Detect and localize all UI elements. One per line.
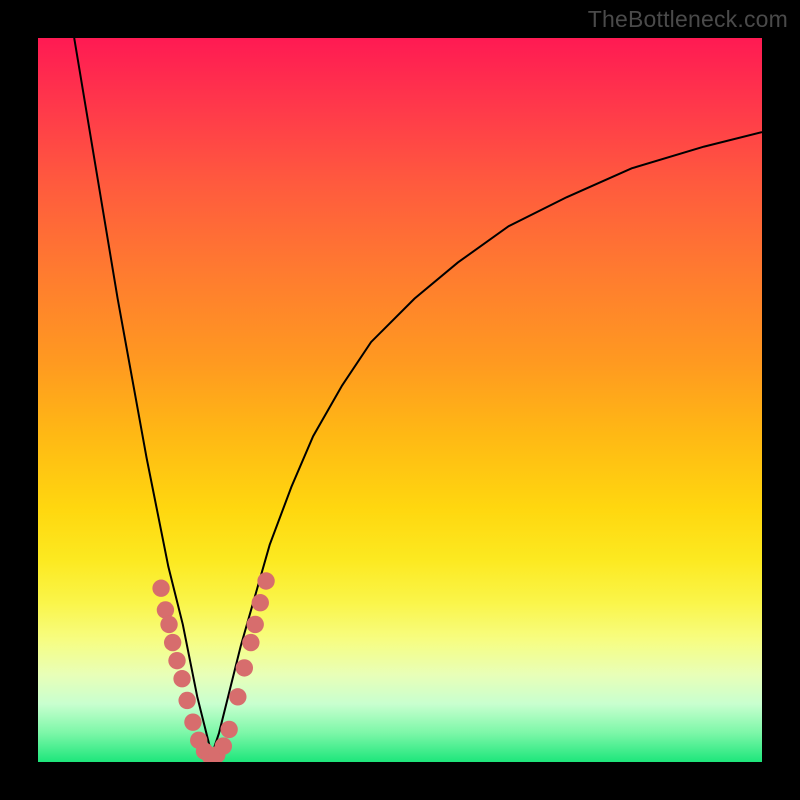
marker-point [173, 670, 190, 687]
marker-point [164, 634, 181, 651]
marker-point [242, 634, 259, 651]
curve-right-curve [212, 132, 762, 755]
chart-frame: TheBottleneck.com [0, 0, 800, 800]
chart-svg [38, 38, 762, 762]
marker-point [178, 692, 195, 709]
plot-area [38, 38, 762, 762]
marker-point [236, 659, 253, 676]
watermark-text: TheBottleneck.com [588, 6, 788, 33]
marker-point [229, 688, 246, 705]
marker-point [252, 594, 269, 611]
marker-point [152, 580, 169, 597]
marker-group [152, 572, 274, 762]
marker-point [247, 616, 264, 633]
curve-left-curve [74, 38, 212, 755]
marker-point [215, 737, 232, 754]
marker-point [168, 652, 185, 669]
marker-point [160, 616, 177, 633]
marker-point [184, 713, 201, 730]
marker-point [157, 601, 174, 618]
marker-point [257, 572, 274, 589]
marker-point [220, 721, 237, 738]
